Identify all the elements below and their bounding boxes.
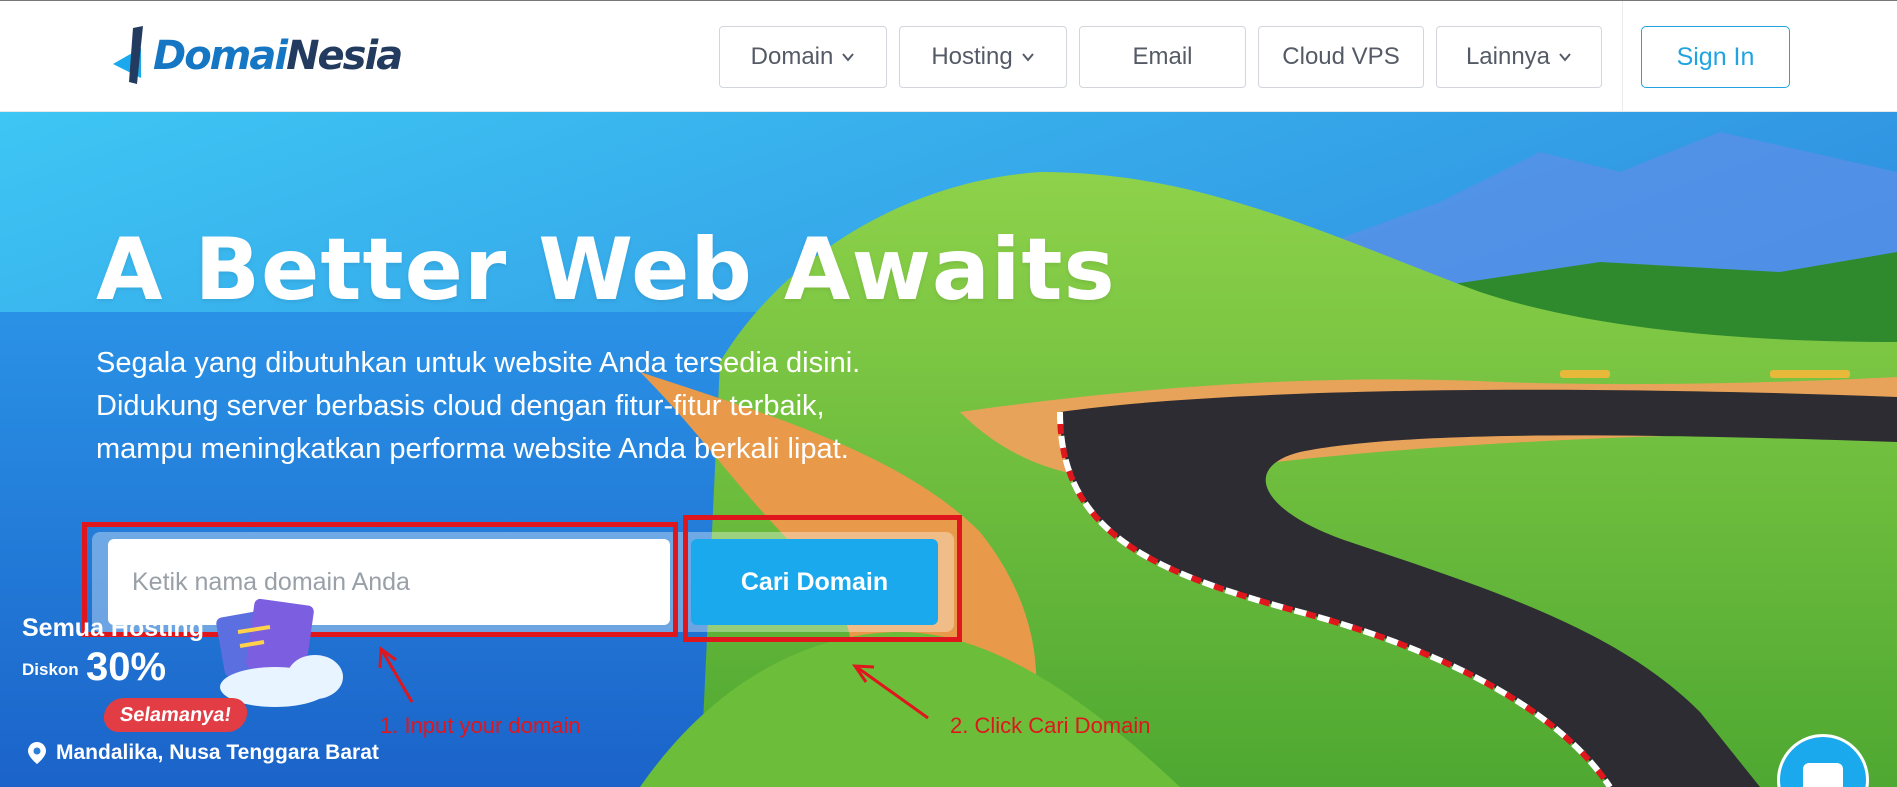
- annotation-step-1: 1. Input your domain: [380, 713, 581, 738]
- map-pin-icon: [28, 742, 46, 764]
- chevron-down-icon: [1559, 53, 1571, 62]
- logo-mark-icon: [113, 26, 143, 84]
- chevron-down-icon: [1021, 53, 1034, 62]
- promo-diskon-label: Diskon: [22, 660, 79, 679]
- header-divider: [1622, 1, 1623, 112]
- logo-text-domai: Domai: [153, 33, 288, 79]
- promo-badge-text: Selamanya!: [118, 703, 233, 726]
- hero-title: A Better Web Awaits: [96, 220, 1116, 320]
- nav-cloud-vps-label: Cloud VPS: [1282, 43, 1400, 70]
- hero-subtitle-line-2: Didukung server berbasis cloud dengan fi…: [96, 390, 825, 422]
- domainesia-logo[interactable]: DomaiNesia: [113, 26, 403, 86]
- nav-cloud-vps[interactable]: Cloud VPS: [1258, 26, 1424, 88]
- nav-email-label: Email: [1132, 43, 1193, 70]
- nav-domain[interactable]: Domain: [719, 26, 887, 88]
- nav-domain-label: Domain: [750, 43, 834, 70]
- nav-lainnya-label: Lainnya: [1465, 43, 1551, 70]
- logo-text-nesia: Nesia: [286, 33, 403, 79]
- promo-badge[interactable]: Selamanya!: [101, 698, 250, 732]
- hero-subtitle-line-1: Segala yang dibutuhkan untuk website And…: [96, 347, 861, 379]
- sign-in-button[interactable]: Sign In: [1641, 26, 1790, 88]
- hero-section: A Better Web Awaits Segala yang dibutuhk…: [0, 112, 1897, 787]
- promo-illustration: [216, 598, 343, 707]
- nav-lainnya[interactable]: Lainnya: [1436, 26, 1602, 88]
- chevron-down-icon: [842, 53, 855, 62]
- main-nav: Domain Hosting Email Cloud VPS Lainnya: [719, 26, 1602, 88]
- hero-subtitle-line-3: mampu meningkatkan performa website Anda…: [96, 433, 849, 465]
- location-text: Mandalika, Nusa Tenggara Barat: [56, 741, 379, 764]
- annotation-box-button: [683, 515, 962, 642]
- annotation-step-2: 2. Click Cari Domain: [950, 713, 1151, 738]
- location-caption: Mandalika, Nusa Tenggara Barat: [28, 741, 379, 765]
- nav-hosting[interactable]: Hosting: [899, 26, 1067, 88]
- nav-email[interactable]: Email: [1079, 26, 1246, 88]
- chat-icon: [1803, 763, 1843, 787]
- site-header: DomaiNesia Domain Hosting Email Cloud VP…: [0, 0, 1897, 112]
- promo-headline: Semua Hosting: [22, 614, 204, 642]
- nav-hosting-label: Hosting: [931, 43, 1013, 70]
- logo-text: DomaiNesia: [153, 26, 403, 86]
- hero-subtitle: Segala yang dibutuhkan untuk website And…: [96, 342, 996, 471]
- promo-percent: 30%: [86, 645, 167, 689]
